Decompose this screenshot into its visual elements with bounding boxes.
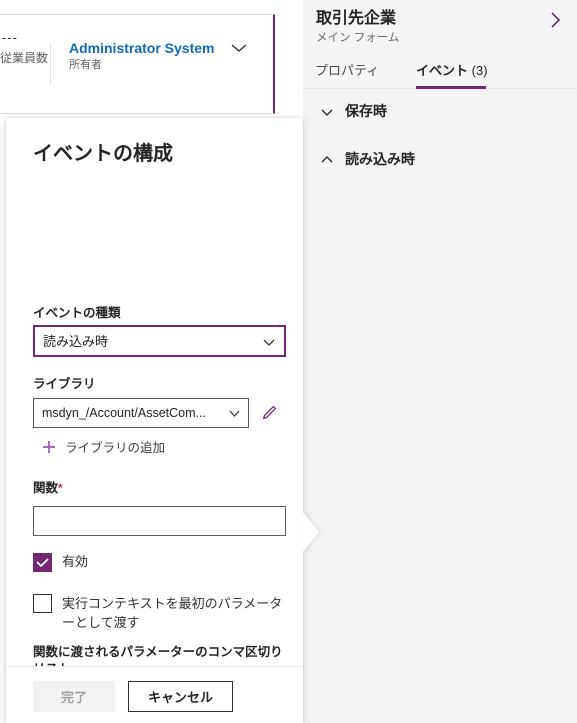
chevron-down-icon — [262, 336, 276, 349]
panel-tabs: プロパティ イベント (3) — [303, 58, 577, 89]
event-type-value: 読み込み時 — [43, 334, 109, 349]
tab-properties[interactable]: プロパティ — [315, 58, 379, 88]
owner-role-label: 所有者 — [69, 59, 102, 71]
panel-subtitle: メイン フォーム — [316, 32, 400, 44]
function-input[interactable] — [33, 506, 286, 536]
plus-icon — [41, 439, 57, 455]
function-label: 関数* — [33, 480, 63, 497]
employee-count-label: 従業員数 — [0, 51, 49, 65]
library-select[interactable]: msdyn_/Account/AssetCom... — [33, 398, 249, 428]
tab-active-indicator — [416, 86, 486, 89]
owner-name-link[interactable]: Administrator System — [69, 39, 214, 57]
required-mark: * — [58, 481, 63, 495]
pencil-icon[interactable] — [259, 403, 279, 423]
tab-events-label: イベント — [416, 63, 469, 78]
pass-context-checkbox-label: 実行コンテキストを最初のパラメーターとして渡す — [62, 596, 283, 630]
cancel-button[interactable]: キャンセル — [128, 681, 233, 712]
tab-events-count: (3) — [471, 63, 488, 78]
panel-header: 取引先企業 メイン フォーム — [303, 0, 577, 55]
chevron-down-icon — [228, 407, 241, 420]
event-type-label: イベントの種類 — [33, 306, 121, 320]
dialog-title: イベントの構成 — [33, 143, 173, 165]
employee-count-value: --- — [2, 30, 18, 45]
done-button[interactable]: 完了 — [33, 681, 115, 712]
chevron-down-icon — [319, 104, 335, 120]
pass-context-checkbox[interactable] — [33, 594, 52, 613]
enabled-checkbox-label: 有効 — [62, 554, 89, 569]
dialog-footer: 完了 キャンセル — [6, 666, 303, 723]
properties-panel: 取引先企業 メイン フォーム プロパティ イベント (3) 保存時 読み込み時 — [303, 0, 577, 723]
field-divider — [50, 43, 51, 85]
section-on-load-label: 読み込み時 — [345, 151, 415, 167]
configure-event-dialog: イベントの構成 イベントの種類 読み込み時 ライブラリ msdyn_/Accou… — [6, 118, 319, 723]
library-label: ライブラリ — [33, 377, 96, 391]
add-library-label: ライブラリの追加 — [65, 441, 166, 455]
page-title: 取引先企業 — [316, 10, 397, 27]
enabled-checkbox[interactable] — [33, 553, 52, 572]
chevron-down-icon[interactable] — [228, 38, 250, 58]
chevron-right-icon[interactable] — [543, 8, 567, 32]
callout-tail — [302, 511, 319, 553]
app-root: --- 従業員数 Administrator System 所有者 取引先企業 … — [0, 0, 577, 723]
event-type-select[interactable]: 読み込み時 — [33, 325, 286, 357]
library-value: msdyn_/Account/AssetCom... — [42, 406, 206, 420]
function-label-text: 関数 — [33, 481, 59, 495]
chevron-up-icon — [319, 152, 335, 168]
tab-events[interactable]: イベント (3) — [416, 58, 488, 88]
section-on-save-label: 保存時 — [345, 103, 387, 119]
